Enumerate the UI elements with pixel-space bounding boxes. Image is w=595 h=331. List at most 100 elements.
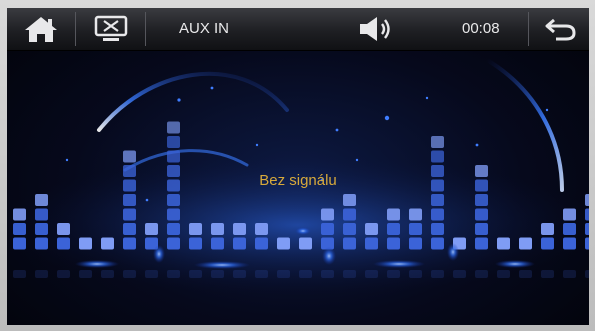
equalizer-bar-segment xyxy=(519,237,532,250)
equalizer-bar-segment xyxy=(497,237,510,250)
volume-button[interactable] xyxy=(347,8,407,50)
equalizer-bar-reflection xyxy=(321,270,334,278)
head-unit-screen: Bez signálu AUX IN 00:08 xyxy=(7,8,589,325)
equalizer-bar-reflection xyxy=(57,270,70,278)
equalizer-bar-segment xyxy=(475,237,488,250)
equalizer-bar-reflection xyxy=(475,270,488,278)
equalizer-bar-segment xyxy=(189,237,202,250)
equalizer-bar-reflection xyxy=(431,270,444,278)
screen-off-button[interactable] xyxy=(81,8,141,50)
equalizer-bar-segment xyxy=(431,136,444,148)
speaker-icon xyxy=(360,17,390,41)
equalizer-bar-reflection xyxy=(585,270,589,278)
equalizer-bar-segment xyxy=(189,223,202,235)
equalizer-bar-segment xyxy=(563,223,576,235)
equalizer-bar-segment xyxy=(57,237,70,250)
equalizer-bar-reflection xyxy=(299,270,312,278)
equalizer-bar-segment xyxy=(585,237,589,250)
equalizer-bar-reflection xyxy=(211,270,224,278)
glow-streak xyxy=(75,260,119,268)
back-arrow-icon xyxy=(545,18,576,41)
equalizer-bar-reflection xyxy=(497,270,510,278)
equalizer-bar-reflection xyxy=(255,270,268,278)
equalizer-bar-segment xyxy=(233,223,246,235)
equalizer-bar-segment xyxy=(167,121,180,134)
equalizer-bar-segment xyxy=(431,194,444,206)
equalizer-bar-reflection xyxy=(145,270,158,278)
equalizer-bar-reflection xyxy=(365,270,378,278)
equalizer-bar-segment xyxy=(431,150,444,163)
equalizer-bar-segment xyxy=(277,237,290,250)
equalizer-bar-reflection xyxy=(167,270,180,278)
equalizer-bar-segment xyxy=(167,237,180,250)
home-button[interactable] xyxy=(11,8,71,50)
right-light-arc xyxy=(485,58,564,192)
equalizer-bar-segment xyxy=(343,208,356,221)
equalizer-bar-segment xyxy=(343,194,356,206)
equalizer-bar-reflection xyxy=(79,270,92,278)
equalizer-bar-segment xyxy=(13,223,26,235)
equalizer-bar-segment xyxy=(123,237,136,250)
topbar-divider xyxy=(528,12,529,46)
equalizer-bar-segment xyxy=(585,223,589,235)
glow-orb xyxy=(322,247,336,265)
equalizer-bar-segment xyxy=(431,237,444,250)
equalizer-bar-segment xyxy=(233,237,246,250)
equalizer-bar-segment xyxy=(167,208,180,221)
equalizer-bar-segment xyxy=(211,223,224,235)
equalizer-bar-segment xyxy=(255,237,268,250)
equalizer-bar-reflection xyxy=(541,270,554,278)
equalizer-bar-segment xyxy=(387,208,400,221)
equalizer-bar-reflection xyxy=(519,270,532,278)
equalizer-bar-segment xyxy=(35,237,48,250)
equalizer-bar-segment xyxy=(167,223,180,235)
equalizer-bar-reflection xyxy=(277,270,290,278)
equalizer-bar-reflection xyxy=(563,270,576,278)
home-icon xyxy=(25,17,57,42)
equalizer-bar-reflection xyxy=(189,270,202,278)
equalizer-bar-segment xyxy=(409,208,422,221)
equalizer-bar-segment xyxy=(563,208,576,221)
equalizer-bar-reflection xyxy=(453,270,466,278)
equalizer-bar-segment xyxy=(541,223,554,235)
equalizer-bar-segment xyxy=(475,208,488,221)
equalizer-bar-segment xyxy=(409,237,422,250)
equalizer-bar-segment xyxy=(13,208,26,221)
equalizer-bar-segment xyxy=(475,194,488,206)
equalizer-bar-reflection xyxy=(409,270,422,278)
equalizer-bar-segment xyxy=(343,237,356,250)
equalizer-bar-segment xyxy=(123,150,136,163)
glow-orb xyxy=(153,245,165,263)
equalizer-bar-segment xyxy=(585,208,589,221)
back-button[interactable] xyxy=(533,8,589,50)
top-bar: AUX IN 00:08 xyxy=(7,8,589,51)
equalizer-bar-segment xyxy=(123,208,136,221)
glow-orb xyxy=(447,243,459,261)
glow-streak xyxy=(495,260,535,268)
equalizer-bar-reflection xyxy=(387,270,400,278)
equalizer-bar-segment xyxy=(167,150,180,163)
equalizer-bar-segment xyxy=(123,223,136,235)
equalizer-bar-reflection xyxy=(233,270,246,278)
equalizer-bar-segment xyxy=(167,136,180,148)
equalizer-bar-segment xyxy=(145,223,158,235)
equalizer-bar-reflection xyxy=(123,270,136,278)
glow-streak xyxy=(194,261,250,269)
equalizer-bar-segment xyxy=(409,223,422,235)
equalizer-bar-segment xyxy=(387,237,400,250)
equalizer-bar-segment xyxy=(343,223,356,235)
equalizer-bar-segment xyxy=(79,237,92,250)
equalizer-bar-segment xyxy=(541,237,554,250)
equalizer-bar-segment xyxy=(585,194,589,206)
equalizer-bar-segment xyxy=(211,237,224,250)
equalizer-bar-segment xyxy=(299,237,312,250)
no-signal-text: Bez signálu xyxy=(259,172,337,189)
equalizer-bar-segment xyxy=(431,223,444,235)
clock-time: 00:08 xyxy=(462,20,500,37)
equalizer-bar-segment xyxy=(387,223,400,235)
equalizer-bar-segment xyxy=(35,194,48,206)
equalizer-bar-segment xyxy=(321,208,334,221)
source-label: AUX IN xyxy=(179,20,230,37)
equalizer-bar-segment xyxy=(35,208,48,221)
equalizer-bar-segment xyxy=(13,237,26,250)
